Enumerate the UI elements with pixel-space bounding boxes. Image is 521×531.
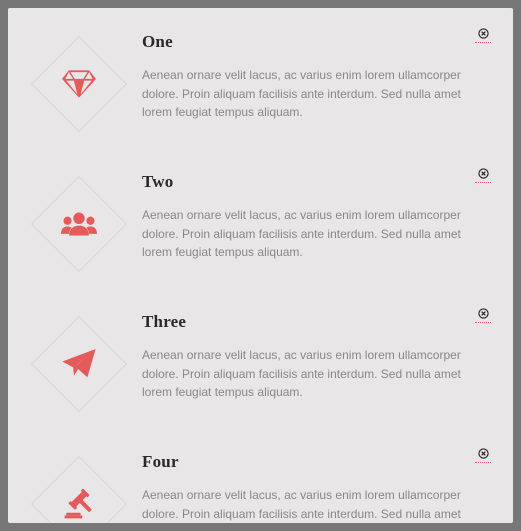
feature-desc: Aenean ornare velit lacus, ac varius eni… xyxy=(142,206,487,262)
feature-desc: Aenean ornare velit lacus, ac varius eni… xyxy=(142,486,487,523)
close-icon xyxy=(478,168,489,179)
close-button[interactable] xyxy=(475,447,491,463)
close-icon xyxy=(478,28,489,39)
feature-desc: Aenean ornare velit lacus, ac varius eni… xyxy=(142,66,487,122)
close-icon xyxy=(478,448,489,459)
feature-item: Three Aenean ornare velit lacus, ac vari… xyxy=(34,310,487,412)
icon-wrap xyxy=(34,310,124,412)
paper-plane-icon xyxy=(62,349,96,379)
feature-desc: Aenean ornare velit lacus, ac varius eni… xyxy=(142,346,487,402)
feature-item: Four Aenean ornare velit lacus, ac variu… xyxy=(34,450,487,523)
feature-item: One Aenean ornare velit lacus, ac varius… xyxy=(34,30,487,132)
close-button[interactable] xyxy=(475,167,491,183)
feature-title: Three xyxy=(142,312,487,332)
icon-frame xyxy=(31,456,127,523)
feature-title: Two xyxy=(142,172,487,192)
feature-panel: One Aenean ornare velit lacus, ac varius… xyxy=(8,8,513,523)
close-button[interactable] xyxy=(475,307,491,323)
close-button[interactable] xyxy=(475,27,491,43)
icon-frame xyxy=(31,316,127,412)
icon-frame xyxy=(31,36,127,132)
icon-wrap xyxy=(34,450,124,523)
feature-item: Two Aenean ornare velit lacus, ac varius… xyxy=(34,170,487,272)
icon-wrap xyxy=(34,30,124,132)
users-icon xyxy=(61,210,97,238)
icon-frame xyxy=(31,176,127,272)
feature-title: Four xyxy=(142,452,487,472)
feature-content: One Aenean ornare velit lacus, ac varius… xyxy=(124,30,487,122)
feature-content: Two Aenean ornare velit lacus, ac varius… xyxy=(124,170,487,262)
close-icon xyxy=(478,308,489,319)
feature-content: Three Aenean ornare velit lacus, ac vari… xyxy=(124,310,487,402)
gavel-icon xyxy=(62,488,96,520)
feature-content: Four Aenean ornare velit lacus, ac variu… xyxy=(124,450,487,523)
icon-wrap xyxy=(34,170,124,272)
feature-title: One xyxy=(142,32,487,52)
diamond-icon xyxy=(62,70,96,98)
